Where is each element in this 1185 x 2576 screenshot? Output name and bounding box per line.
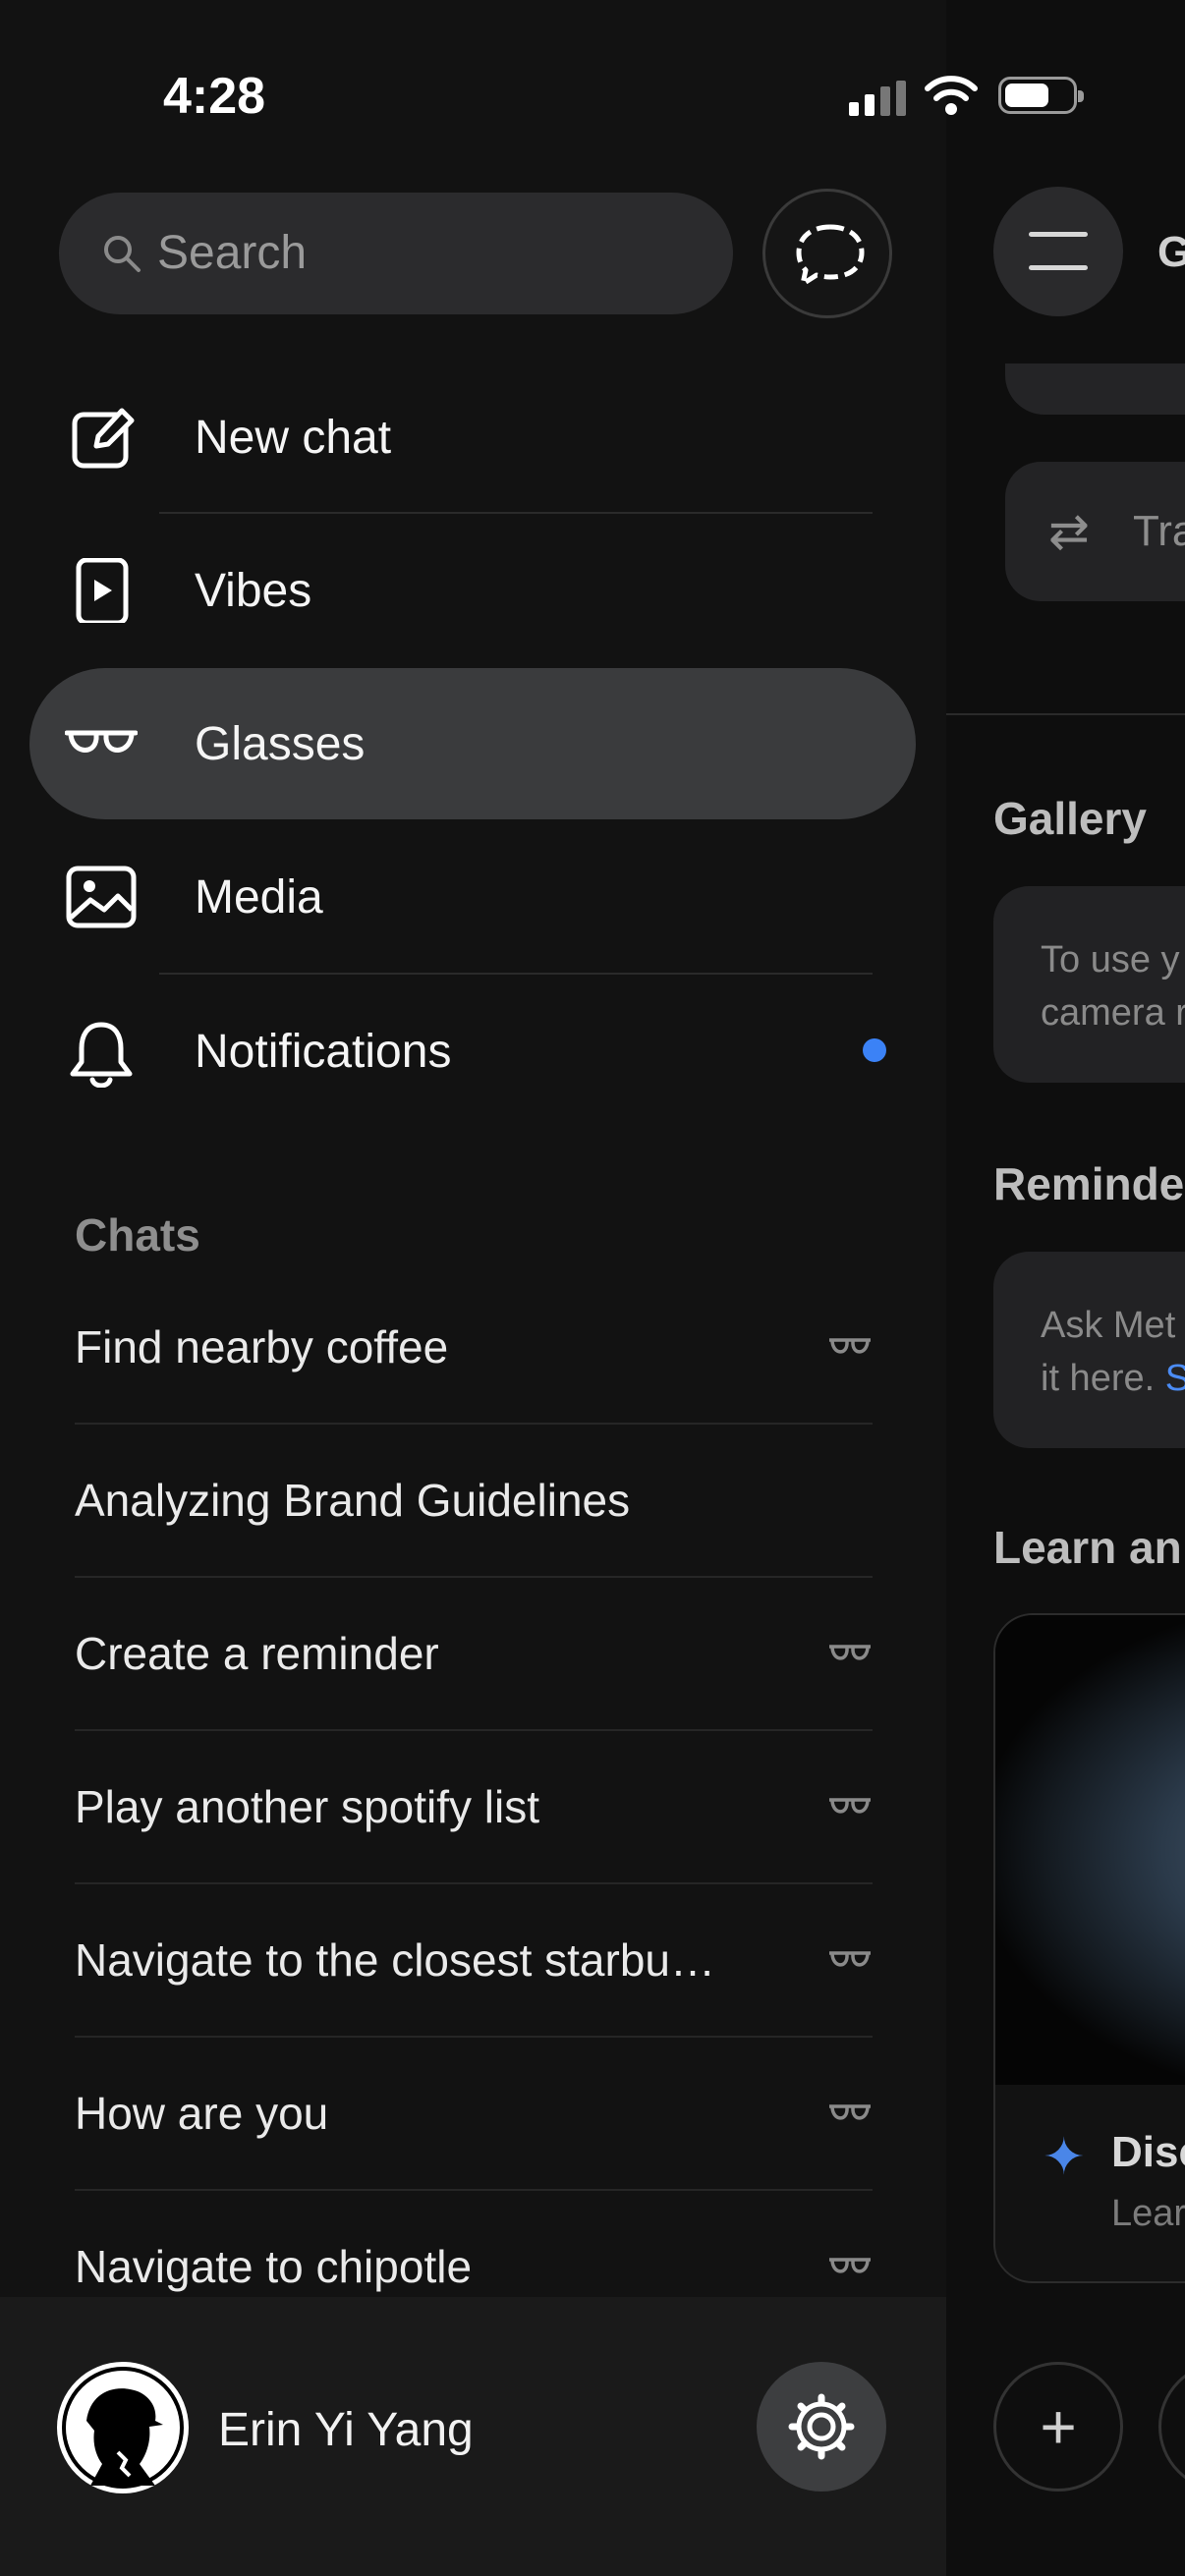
screen: G ⇄ Tra Gallery To use y camera r Remind… [0, 0, 1185, 2576]
cellular-signal-icon [849, 81, 906, 116]
gallery-card[interactable]: To use y camera r [993, 886, 1185, 1083]
main-panel: G ⇄ Tra Gallery To use y camera r Remind… [946, 0, 1185, 2576]
avatar-image [62, 2367, 184, 2489]
chat-title: Find nearby coffee [75, 1321, 449, 1372]
menu-button[interactable] [993, 187, 1123, 316]
new-conversation-button[interactable] [762, 189, 892, 318]
profile-bar: Erin Yi Yang [0, 2297, 946, 2576]
glasses-image [995, 1615, 1185, 2085]
play-icon [76, 558, 129, 623]
gear-icon [788, 2393, 855, 2460]
discover-card[interactable]: ✦ Disc Lear [993, 1613, 1185, 2283]
nav-media[interactable]: Media [29, 821, 916, 973]
glasses-icon [829, 1338, 871, 1354]
nav-label-notifications: Notifications [195, 1026, 452, 1078]
reminders-heading: Reminde [993, 1158, 1185, 1209]
nav-label-media: Media [195, 871, 323, 924]
gallery-text-line-2: camera r [1041, 992, 1185, 1034]
nav-notifications[interactable]: Notifications [29, 976, 916, 1127]
chat-title: How are you [75, 2088, 329, 2139]
chat-item[interactable]: Navigate to the closest starbu… [75, 1884, 873, 2038]
nav-new-chat[interactable]: New chat [29, 362, 916, 513]
glasses-icon [829, 1798, 871, 1814]
wifi-icon [925, 76, 978, 115]
nav-label-vibes: Vibes [195, 565, 312, 617]
chat-item[interactable]: How are you [75, 2038, 873, 2191]
edit-icon [72, 408, 135, 469]
glasses-icon [829, 1645, 871, 1660]
plus-icon: + [1040, 2391, 1077, 2462]
translate-label: Tra [1133, 507, 1185, 555]
gallery-heading: Gallery [993, 793, 1147, 844]
secondary-button[interactable] [1158, 2362, 1185, 2492]
search-input[interactable]: Search [59, 193, 733, 314]
nav-glasses[interactable]: Glasses [29, 668, 916, 819]
discover-subtitle: Lear [1111, 2193, 1185, 2234]
main-card-top [1005, 364, 1185, 415]
divider [159, 973, 873, 975]
chat-item[interactable]: Play another spotify list [75, 1731, 873, 1884]
nav-label-new-chat: New chat [195, 412, 392, 464]
translate-icon: ⇄ [1048, 504, 1090, 559]
nav-vibes[interactable]: Vibes [29, 515, 916, 666]
chats-heading: Chats [75, 1209, 200, 1260]
learn-heading: Learn an [993, 1522, 1182, 1573]
divider [159, 512, 873, 514]
side-drawer: 4:28 Search New chat Vibes Glasses Media… [0, 0, 1084, 2576]
chat-title: Analyzing Brand Guidelines [75, 1475, 631, 1526]
translate-button[interactable]: ⇄ Tra [1005, 462, 1185, 601]
main-title: G [1157, 228, 1185, 276]
reminders-text-line-2: it here. [1041, 1358, 1156, 1399]
battery-icon [998, 77, 1084, 114]
glasses-icon [829, 2104, 871, 2120]
settings-button[interactable] [757, 2362, 886, 2492]
chat-item[interactable]: Create a reminder [75, 1578, 873, 1731]
add-button[interactable]: + [993, 2362, 1123, 2492]
glasses-icon [829, 2258, 871, 2273]
avatar[interactable] [57, 2362, 189, 2493]
bell-icon [70, 1022, 133, 1088]
chat-title: Play another spotify list [75, 1781, 540, 1832]
divider [946, 713, 1185, 715]
glasses-icon [65, 730, 138, 753]
gallery-text-line-1: To use y [1041, 939, 1180, 980]
notification-badge [863, 1038, 886, 1062]
search-icon [104, 236, 141, 272]
reminders-card[interactable]: Ask Met it here. S [993, 1252, 1185, 1448]
chat-item[interactable]: Analyzing Brand Guidelines [75, 1425, 873, 1578]
discover-title: Disc [1111, 2128, 1185, 2176]
search-placeholder: Search [157, 227, 308, 279]
reminders-link[interactable]: S [1165, 1358, 1185, 1399]
chat-title: Create a reminder [75, 1628, 439, 1679]
nav-label-glasses: Glasses [195, 718, 366, 770]
chat-title: Navigate to the closest starbu… [75, 1934, 715, 1986]
chat-item[interactable]: Find nearby coffee [75, 1271, 873, 1425]
chat-bubble-icon [796, 224, 865, 287]
user-name: Erin Yi Yang [218, 2404, 474, 2456]
sparkle-icon: ✦ [1043, 2129, 1086, 2186]
reminders-text-line-1: Ask Met [1041, 1305, 1176, 1346]
image-icon [66, 866, 137, 928]
chat-title: Navigate to chipotle [75, 2241, 473, 2292]
status-time: 4:28 [163, 68, 266, 125]
glasses-icon [829, 1951, 871, 1967]
